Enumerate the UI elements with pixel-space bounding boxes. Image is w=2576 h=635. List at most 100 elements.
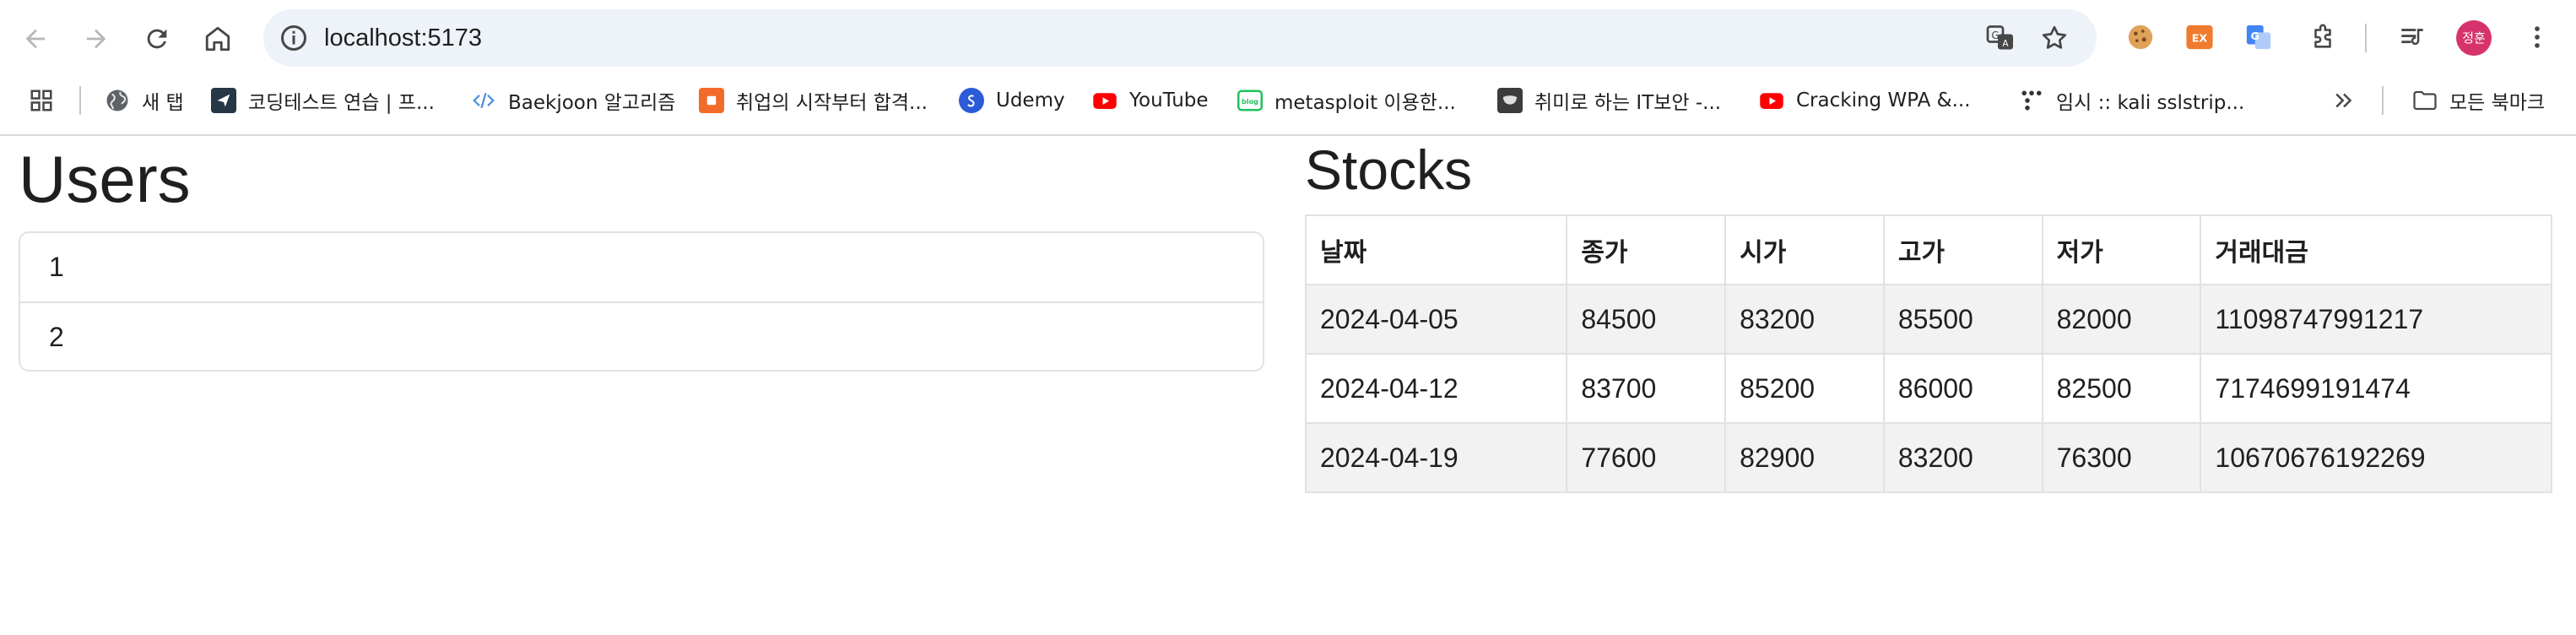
table-cell: 83200 <box>1724 284 1885 355</box>
users-heading: Users <box>19 142 191 216</box>
folder-icon <box>2412 88 2438 113</box>
extensions-puzzle-icon[interactable] <box>2306 20 2340 54</box>
list-item: 1 <box>49 252 64 282</box>
column-header: 거래대금 <box>2200 214 2552 285</box>
bookmarks-bar: 새 탭 코딩테스트 연습 | 프... Baekjoon 알고리즘 취업의 시작… <box>0 81 2576 120</box>
dots-icon <box>2019 88 2044 113</box>
bookmark-star-icon[interactable] <box>2039 23 2070 53</box>
browser-chrome: localhost:5173 G A EX G 정훈 새 탭 코딩테스트 연습 … <box>0 0 2576 136</box>
url-text[interactable]: localhost:5173 <box>324 9 482 67</box>
table-cell: 10670676192269 <box>2200 422 2552 493</box>
youtube-icon <box>1092 88 1118 113</box>
mask-icon <box>1497 88 1523 113</box>
double-chevron-right-icon <box>2335 93 2352 108</box>
table-cell: 7174699191474 <box>2200 353 2552 424</box>
users-list: 1 2 <box>19 231 1264 372</box>
address-bar[interactable]: localhost:5173 G A <box>263 9 2097 67</box>
reload-button[interactable] <box>137 19 177 59</box>
google-translate-extension-icon[interactable]: G <box>2242 20 2276 54</box>
bookmark-label: Udemy <box>996 90 1065 111</box>
bookmark-label: 취미로 하는 IT보안 -... <box>1534 92 1722 114</box>
apps-button[interactable] <box>29 81 54 120</box>
apps-grid-icon <box>30 90 52 111</box>
forward-button[interactable] <box>76 19 116 59</box>
bookmark-udemy[interactable]: Udemy <box>959 81 1065 120</box>
svg-text:blog: blog <box>1242 97 1258 106</box>
stocks-table: 날짜 종가 시가 고가 저가 거래대금 2024-04-05 84500 832… <box>1304 214 2552 493</box>
bookmark-career[interactable]: 취업의 시작부터 합격... <box>699 81 928 120</box>
column-header: 종가 <box>1566 214 1727 285</box>
youtube-icon <box>1759 88 1784 113</box>
bookmark-baekjoon[interactable]: Baekjoon 알고리즘 <box>471 81 675 120</box>
column-header: 날짜 <box>1304 214 1568 285</box>
svg-text:G: G <box>1991 30 1999 41</box>
bookmark-label: Cracking WPA &... <box>1796 90 1971 111</box>
table-cell: 84500 <box>1566 284 1727 355</box>
home-icon <box>205 26 230 52</box>
translate-icon[interactable]: G A <box>1985 23 2016 53</box>
column-header: 시가 <box>1724 214 1885 285</box>
column-header: 저가 <box>2041 214 2202 285</box>
table-cell: 85500 <box>1882 284 2043 355</box>
site-info-icon[interactable] <box>279 23 309 53</box>
table-row: 2024-04-12 83700 85200 86000 82500 71746… <box>1304 353 2552 424</box>
bookmark-label: YouTube <box>1129 90 1209 111</box>
bookmark-programmers[interactable]: 코딩테스트 연습 | 프... <box>211 81 435 120</box>
table-row: 2024-04-19 77600 82900 83200 76300 10670… <box>1304 422 2552 493</box>
table-header-row: 날짜 종가 시가 고가 저가 거래대금 <box>1304 214 2552 285</box>
list-item: 2 <box>20 301 1263 370</box>
arrow-right-icon <box>86 29 106 49</box>
bookmark-kali-sslstrip[interactable]: 임시 :: kali sslstrip... <box>2019 81 2244 120</box>
stocks-heading: Stocks <box>1305 138 1473 201</box>
profile-avatar[interactable]: 정훈 <box>2456 20 2492 56</box>
reading-list-icon[interactable] <box>2395 20 2429 54</box>
bookmark-youtube[interactable]: YouTube <box>1092 81 1209 120</box>
table-cell: 82500 <box>2041 353 2202 424</box>
table-cell: 85200 <box>1724 353 1885 424</box>
table-cell: 82900 <box>1724 422 1885 493</box>
orange-square-icon <box>699 88 724 113</box>
back-button[interactable] <box>15 19 56 59</box>
table-row: 2024-04-05 84500 83200 85500 82000 11098… <box>1304 284 2552 355</box>
ex-extension-icon[interactable]: EX <box>2183 20 2216 54</box>
all-bookmarks-label: 모든 북마크 <box>2449 92 2546 114</box>
bookmark-cracking-wpa[interactable]: Cracking WPA &... <box>1759 81 1971 120</box>
table-cell: 2024-04-05 <box>1304 284 1568 355</box>
globe-icon <box>105 88 130 113</box>
home-button[interactable] <box>198 19 238 59</box>
svg-text:EX: EX <box>2192 33 2208 46</box>
bookmarks-divider <box>2382 86 2384 115</box>
bookmarks-divider <box>79 86 81 115</box>
toolbar-divider <box>2365 24 2367 52</box>
reload-icon <box>147 29 167 49</box>
code-icon <box>471 88 496 113</box>
bookmark-new-tab[interactable]: 새 탭 <box>105 81 184 120</box>
more-bookmarks-button[interactable] <box>2331 81 2357 120</box>
table-cell: 2024-04-19 <box>1304 422 1568 493</box>
table-cell: 83200 <box>1882 422 2043 493</box>
svg-text:A: A <box>2002 39 2009 49</box>
arrow-left-icon <box>25 29 46 49</box>
programmers-icon <box>211 88 236 113</box>
table-cell: 11098747991217 <box>2200 284 2552 355</box>
all-bookmarks-button[interactable]: 모든 북마크 <box>2412 81 2545 120</box>
svg-text:G: G <box>2251 30 2259 43</box>
column-header: 고가 <box>1882 214 2043 285</box>
menu-kebab-icon[interactable] <box>2520 20 2554 54</box>
table-cell: 86000 <box>1882 353 2043 424</box>
table-cell: 77600 <box>1566 422 1727 493</box>
table-cell: 76300 <box>2041 422 2202 493</box>
bookmark-metasploit[interactable]: blog metasploit 이용한... <box>1237 81 1456 120</box>
table-cell: 2024-04-12 <box>1304 353 1568 424</box>
bookmark-label: 임시 :: kali sslstrip... <box>2056 92 2245 114</box>
bookmark-label: 코딩테스트 연습 | 프... <box>248 92 435 114</box>
cookie-extension-icon[interactable] <box>2124 20 2157 54</box>
udemy-icon <box>959 88 984 113</box>
table-cell: 83700 <box>1566 353 1727 424</box>
bookmark-it-security[interactable]: 취미로 하는 IT보안 -... <box>1497 81 1721 120</box>
blog-icon: blog <box>1237 88 1263 113</box>
bookmark-label: 취업의 시작부터 합격... <box>736 92 928 114</box>
bookmark-label: metasploit 이용한... <box>1274 92 1456 114</box>
bookmark-label: Baekjoon 알고리즘 <box>508 92 676 114</box>
table-cell: 82000 <box>2041 284 2202 355</box>
